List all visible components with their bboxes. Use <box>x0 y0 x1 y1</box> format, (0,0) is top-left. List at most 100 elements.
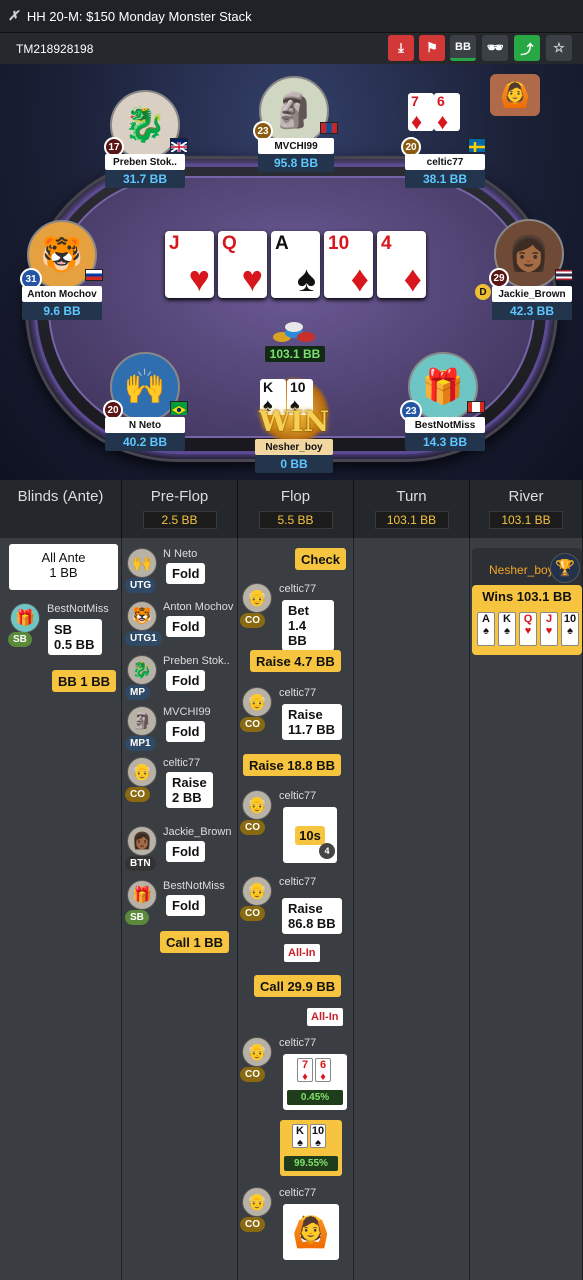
uk-flag-icon <box>170 138 188 153</box>
player-avatar: 🐯 <box>127 601 157 631</box>
level-badge: 29 <box>489 268 509 288</box>
incognito-icon: 🕶 <box>486 40 504 55</box>
board-card: 10 ♦ <box>324 231 373 298</box>
card-rank: 10 <box>328 233 350 254</box>
action-tag: Raise 18.8 BB <box>243 754 341 776</box>
heart-icon: ♥ <box>188 258 210 299</box>
position-badge: CO <box>125 787 150 802</box>
player-avatar: 👴 <box>242 687 272 717</box>
street-header-blinds: Blinds (Ante) <box>0 480 122 538</box>
equity-value: 99.55% <box>284 1156 338 1171</box>
emoji-reaction-icon: 🙆 <box>490 74 540 116</box>
player-avatar: 🐉 <box>127 655 157 685</box>
board-card: J ♥ <box>165 231 214 298</box>
seat-name: Preben Stok.. <box>105 154 185 170</box>
win-amount: Wins 103.1 BB <box>482 589 572 604</box>
timebank-value: 10s <box>295 825 325 845</box>
share-button[interactable]: ⤴ <box>514 35 540 61</box>
share-icon: ⤴ <box>520 41 534 57</box>
action-bubble: Bet 1.4 BB <box>282 600 334 651</box>
diamond-icon: ♦ <box>403 258 422 299</box>
player-name: BestNotMiss <box>163 880 225 892</box>
window-title: HH 20-M: $150 Monday Monster Stack <box>26 8 252 24</box>
player-name: Preben Stok.. <box>163 655 230 667</box>
report-button[interactable]: ⚑ <box>419 35 445 61</box>
action-bubble: Raise 11.7 BB <box>282 704 342 740</box>
player-name: celtic77 <box>279 790 317 802</box>
position-badge: CO <box>240 820 265 835</box>
action-tag: Call 29.9 BB <box>254 975 342 997</box>
action-bubble: Raise 2 BB <box>166 772 213 808</box>
street-title: Blinds (Ante) <box>17 488 104 505</box>
seat-name: MVCHI99 <box>258 138 334 154</box>
action-tag: Call 1 BB <box>160 931 230 953</box>
player-avatar: 👴 <box>242 790 272 820</box>
action-bubble: Fold <box>166 616 206 637</box>
player-name: celtic77 <box>279 876 317 888</box>
card-rank: Q <box>222 233 237 254</box>
seat-name: Anton Mochov <box>22 286 102 302</box>
position-badge: UTG <box>125 578 157 593</box>
winning-card: A ♠ <box>477 612 495 646</box>
street-title: River <box>508 488 544 505</box>
poker-table: 🙆 J ♥ Q ♥ A ♠ 10 ♦ 4 ♦ 103.1 BB 🐉 17 Preben S… <box>0 64 583 480</box>
street-pot: 2.5 BB <box>142 511 217 529</box>
player-name: celtic77 <box>279 583 317 595</box>
ante-value: 1 BB <box>49 565 78 580</box>
player-avatar: 👴 <box>242 583 272 613</box>
seat-stack: 14.3 BB <box>405 433 485 451</box>
board-card: Q ♥ <box>218 231 267 298</box>
showdown-bubble: 7 ♦ 6 ♦ 0.45% <box>283 1054 347 1110</box>
emoji-reaction-icon: 🙆 <box>283 1204 339 1260</box>
dealer-button-icon: D <box>475 284 491 300</box>
seat-stack: 40.2 BB <box>105 433 185 451</box>
favorite-button[interactable]: ☆ <box>546 35 572 61</box>
player-avatar: 🏆 <box>550 553 580 583</box>
heart-icon: ♥ <box>241 258 263 299</box>
download-button[interactable]: ⤓ <box>388 35 414 61</box>
win-badge: WIN <box>258 404 330 438</box>
bb-toggle-button[interactable]: BB <box>450 35 476 61</box>
seat-name: Jackie_Brown <box>492 286 572 302</box>
title-bar: ✗ HH 20-M: $150 Monday Monster Stack <box>0 0 583 33</box>
download-icon: ⤓ <box>398 40 404 55</box>
thailand-flag-icon <box>555 269 573 281</box>
player-avatar: 👴 <box>242 876 272 906</box>
position-badge: CO <box>240 613 265 628</box>
winning-card: 10 ♠ <box>561 612 579 646</box>
action-tag: Check <box>295 548 347 570</box>
hole-card: 10 ♠ <box>310 1124 326 1149</box>
position-badge: SB <box>8 632 32 647</box>
street-title: Flop <box>280 488 311 505</box>
player-name: BestNotMiss <box>47 603 109 615</box>
player-avatar: 👴 <box>242 1037 272 1067</box>
seat-name: N Neto <box>105 417 185 433</box>
player-name: celtic77 <box>279 1187 317 1199</box>
hole-card: 7 ♦ <box>408 93 434 134</box>
position-badge: MP1 <box>125 736 156 751</box>
flag-icon: ⚑ <box>426 40 438 55</box>
card-rank: 4 <box>381 233 392 254</box>
action-bubble: Fold <box>166 895 206 916</box>
action-bubble: Raise 86.8 BB <box>282 898 342 934</box>
timebank-count: 4 <box>319 843 335 859</box>
player-avatar: 👴 <box>242 1187 272 1217</box>
seat-name: BestNotMiss <box>405 417 485 433</box>
winning-card: J ♥ <box>540 612 558 646</box>
app-logo-icon: ✗ <box>8 8 19 23</box>
seat-stack: 42.3 BB <box>492 302 572 320</box>
action-tag: Raise 4.7 BB <box>250 650 341 672</box>
position-badge: MP <box>125 685 150 700</box>
player-avatar: 🎁 <box>10 603 40 633</box>
card-rank: J <box>169 233 180 254</box>
russia-flag-icon <box>85 269 103 281</box>
action-bubble: Fold <box>166 841 206 862</box>
seat-name: celtic77 <box>405 154 485 170</box>
spade-icon: ♠ <box>296 258 316 299</box>
street-pot: 103.1 BB <box>489 511 563 529</box>
action-bubble: Fold <box>166 721 206 742</box>
position-badge: CO <box>240 1217 265 1232</box>
player-name: celtic77 <box>279 1037 317 1049</box>
street-pot: 103.1 BB <box>374 511 449 529</box>
incognito-button[interactable]: 🕶 <box>482 35 508 61</box>
